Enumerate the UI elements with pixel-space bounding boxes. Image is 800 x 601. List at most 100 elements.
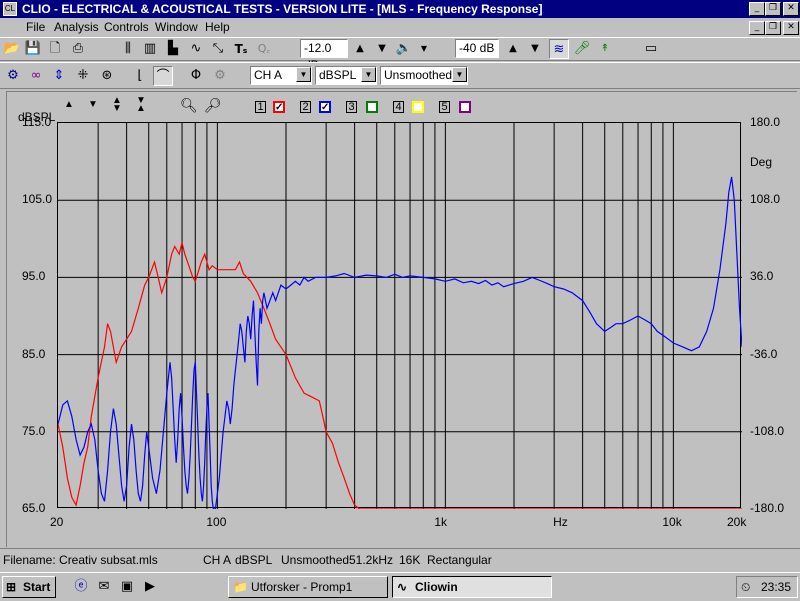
status-bar: Filename: Creativ subsat.mls CH A dBSPL …	[0, 548, 800, 571]
close-button[interactable]: ✕	[783, 2, 799, 16]
curve-slot-1-checkbox[interactable]: ✓	[273, 101, 285, 113]
y-tick-label: 105.0	[22, 192, 53, 207]
target-icon[interactable]: ⊛	[97, 66, 117, 86]
task-cliowin[interactable]: ∿ Cliowin	[392, 576, 552, 598]
input-down-icon[interactable]: ▼	[525, 39, 545, 59]
output-down-icon[interactable]: ▼	[372, 39, 392, 59]
zoom-out-icon[interactable]: 🔎︎	[204, 97, 222, 113]
main-toolbar: 📂 💾 🗋 ⎙ ⫼ ▥ ▙ ∿ ⤡ Tₛ Q꜀ -12.0 dB ▲ ▼ 🔈 ▼…	[0, 37, 800, 72]
start-label: Start	[23, 580, 51, 594]
clio-app-icon: ∿	[397, 580, 408, 594]
y2-tick-label: 180.0	[750, 115, 781, 129]
curve-slot-5-checkbox[interactable]	[459, 101, 471, 113]
curve-slot-4-number: 4	[393, 101, 404, 113]
save-icon[interactable]: 💾	[23, 39, 43, 59]
impedance-icon[interactable]: ⚙	[3, 66, 23, 86]
app-icon[interactable]: CL	[3, 2, 17, 16]
smoothing-select-value: Unsmoothed	[384, 68, 453, 82]
noise-icon[interactable]: ▥	[140, 39, 160, 59]
smooth-icon[interactable]: ⌒	[153, 66, 173, 86]
desktop-icon[interactable]: ▣	[118, 578, 136, 596]
sinusoidal-icon[interactable]: ∿	[186, 39, 206, 59]
x-tick-label: 1k	[434, 515, 448, 529]
speaker-dropdown-icon[interactable]: ▼	[414, 39, 434, 59]
start-button[interactable]: ⊞ Start	[2, 576, 56, 598]
folder-icon: 📁	[233, 580, 248, 594]
child-minimize-button[interactable]: _	[749, 21, 765, 35]
y2-tick-label: 36.0	[750, 269, 774, 284]
y-tick-label: 85.0	[22, 346, 46, 361]
link-icon[interactable]: ∞	[26, 66, 46, 86]
x-axis-unit-label: Hz	[553, 515, 568, 529]
x-tick-label: 20k	[727, 515, 747, 529]
curve-slot-2-checkbox[interactable]: ✓	[319, 101, 331, 113]
task-explorer[interactable]: 📁 Utforsker - Promp1	[228, 576, 388, 598]
curve-slot-1-number: 1	[255, 101, 266, 113]
y2-axis-unit-label: Deg	[750, 155, 773, 169]
status-filename: Filename: Creativ subsat.mls	[3, 553, 158, 567]
plot-area[interactable]	[57, 122, 742, 509]
print-preview-icon[interactable]: 🗋	[45, 39, 65, 59]
multimeter-icon[interactable]: ⤡	[208, 39, 228, 59]
outlook-icon[interactable]: ✉	[95, 578, 113, 596]
compress-icon[interactable]: ▼ ▲	[134, 96, 148, 114]
x-tick-label: 10k	[662, 515, 682, 529]
print-icon[interactable]: ⎙	[68, 39, 88, 59]
open-folder-icon[interactable]: 📂	[2, 39, 22, 59]
output-level-field[interactable]: -12.0 dB	[300, 39, 348, 72]
channel-select[interactable]: CH A ▼	[250, 66, 312, 85]
menu-analysis[interactable]: Analysis	[54, 20, 99, 34]
mls-icon[interactable]: ⫼	[118, 39, 138, 59]
menu-bar: File Analysis Controls Window Help _ ❐ ✕	[0, 18, 800, 37]
y-tick-label: 65.0	[22, 501, 46, 515]
phase-icon[interactable]: Φ	[186, 66, 206, 86]
qc-icon[interactable]: Q꜀	[254, 39, 274, 59]
chevron-down-icon[interactable]: ▼	[452, 67, 467, 82]
curve-slot-4-checkbox[interactable]	[412, 101, 424, 113]
scheduler-icon[interactable]: ⏲	[741, 577, 750, 597]
child-close-button[interactable]: ✕	[783, 21, 799, 35]
unit-select[interactable]: dBSPL ▼	[315, 66, 377, 85]
smoothing-select[interactable]: Unsmoothed ▼	[380, 66, 468, 85]
menu-controls[interactable]: Controls	[104, 20, 149, 34]
status-channel: CH A	[203, 553, 232, 567]
speaker-icon[interactable]: 🔈	[394, 39, 414, 59]
menu-window[interactable]: Window	[155, 20, 198, 34]
curve-slot-3-checkbox[interactable]	[366, 101, 378, 113]
menu-help[interactable]: Help	[205, 20, 230, 34]
scroll-up-icon[interactable]: ▲	[62, 99, 76, 113]
marker-icon[interactable]: ⇕	[49, 66, 69, 86]
expand-icon[interactable]: ▲ ▼	[110, 96, 124, 114]
menu-file[interactable]: File	[26, 20, 45, 34]
window-select-icon[interactable]: ⌊	[130, 66, 150, 86]
channels-icon[interactable]: ▶	[141, 578, 159, 596]
chevron-down-icon[interactable]: ▼	[361, 67, 376, 82]
phantom-power-icon[interactable]: ↟	[595, 39, 615, 59]
y2-tick-label: -108.0	[750, 423, 785, 438]
crosshair-icon[interactable]: ⁜	[73, 66, 93, 86]
title-bar: CL CLIO - ELECTRICAL & ACOUSTICAL TESTS …	[0, 0, 800, 18]
gear-icon[interactable]: ⚙	[210, 66, 230, 86]
chevron-down-icon[interactable]: ▼	[296, 67, 311, 82]
y-tick-label: 115.0	[22, 115, 52, 129]
output-up-icon[interactable]: ▲	[350, 39, 370, 59]
input-up-icon[interactable]: ▲	[503, 39, 523, 59]
scroll-down-icon[interactable]: ▼	[86, 99, 100, 113]
clock: 23:35	[760, 580, 791, 594]
autorange-icon[interactable]: ≋	[549, 39, 569, 59]
task-cliowin-label: Cliowin	[415, 580, 458, 594]
x-tick-label: 20	[50, 515, 64, 529]
channel-select-value: CH A	[254, 68, 283, 82]
fft-icon[interactable]: ▙	[163, 39, 183, 59]
child-restore-button[interactable]: ❐	[765, 21, 781, 35]
restore-button[interactable]: ❐	[765, 2, 781, 16]
ts-parameters-icon[interactable]: Tₛ	[231, 39, 251, 59]
zoom-in-icon[interactable]: 🔍︎	[180, 97, 198, 113]
input-level-field[interactable]: -40 dB	[455, 39, 499, 58]
generator-icon[interactable]: ▭	[641, 39, 661, 59]
unit-select-value: dBSPL	[319, 68, 357, 82]
internet-explorer-icon[interactable]: ⓔ	[72, 578, 90, 596]
minimize-button[interactable]: _	[749, 2, 765, 16]
y2-tick-label: 108.0	[750, 192, 781, 207]
microphone-icon[interactable]: 🎤︎	[572, 39, 592, 59]
